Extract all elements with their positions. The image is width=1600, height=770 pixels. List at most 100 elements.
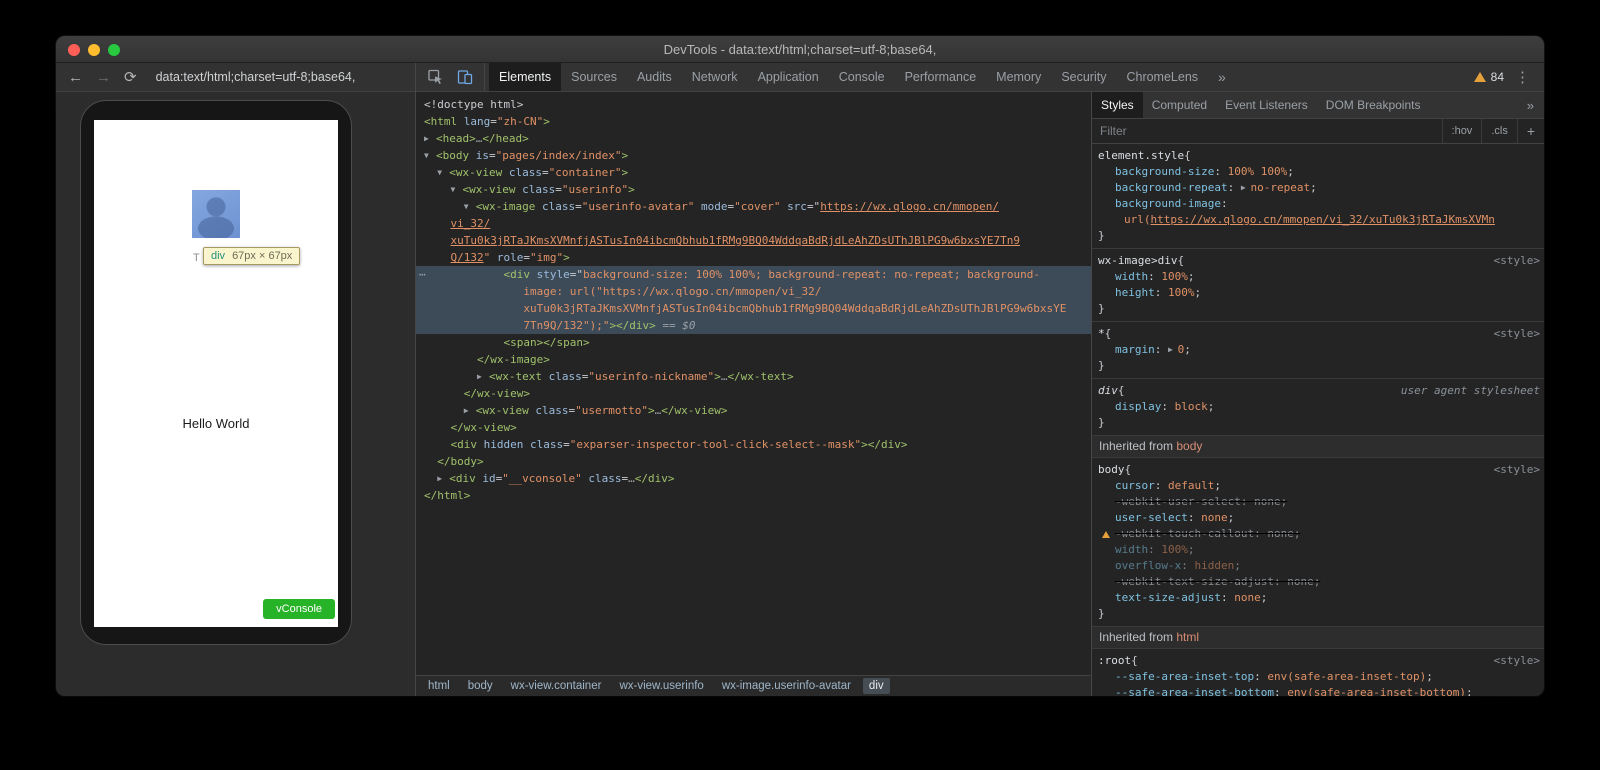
breadcrumb-item[interactable]: body [462, 678, 499, 694]
css-url-link[interactable]: https://wx.qlogo.cn/mmopen/vi_32/xuTu0k3… [1151, 213, 1495, 226]
rule-origin-link[interactable]: <style> [1486, 462, 1540, 478]
css-property[interactable]: background-image: [1098, 196, 1540, 212]
tab-console[interactable]: Console [829, 63, 895, 91]
tree-line[interactable]: </html> [424, 487, 1091, 504]
css-property[interactable]: --safe-area-inset-top: env(safe-area-ins… [1098, 669, 1540, 685]
css-property[interactable]: display: block; [1098, 399, 1540, 415]
css-property[interactable]: --safe-area-inset-bottom: env(safe-area-… [1098, 685, 1540, 696]
expand-arrow-icon[interactable]: ▼ [464, 198, 476, 215]
css-property[interactable]: width: 100%; [1098, 269, 1540, 285]
rule-selector[interactable]: :root [1098, 653, 1131, 669]
tree-line[interactable]: image: url("https://wx.qlogo.cn/mmopen/v… [416, 283, 1091, 300]
rule-selector[interactable]: body [1098, 462, 1125, 478]
tree-line[interactable]: </body> [424, 453, 1091, 470]
expand-arrow-icon[interactable]: ▶ [437, 470, 449, 487]
rule-selector[interactable]: wx-image>div [1098, 253, 1177, 269]
tree-line[interactable]: </wx-image> [424, 351, 1091, 368]
sidebar-tab-styles[interactable]: Styles [1092, 92, 1143, 118]
menu-icon[interactable]: ⋮ [1511, 68, 1534, 86]
css-property[interactable]: height: 100%; [1098, 285, 1540, 301]
tree-line[interactable]: <span></span> [424, 334, 1091, 351]
tree-line[interactable]: ▼<wx-image class="userinfo-avatar" mode=… [424, 198, 1091, 215]
tree-line[interactable]: </wx-view> [424, 385, 1091, 402]
tree-line[interactable]: ▼<body is="pages/index/index"> [424, 147, 1091, 164]
sidebar-tab-dom-breakpoints[interactable]: DOM Breakpoints [1317, 92, 1430, 118]
tree-line[interactable]: 7Tn9Q/132");"></div> == $0 [416, 317, 1091, 334]
tree-line[interactable]: xuTu0k3jRTaJKmsXVMnfjASTusIn04ibcmQbhub1… [424, 232, 1091, 249]
device-toolbar-icon[interactable] [452, 66, 478, 88]
element-class-button[interactable]: .cls [1481, 119, 1517, 143]
vconsole-button[interactable]: vConsole [263, 599, 335, 619]
tab-network[interactable]: Network [682, 63, 748, 91]
css-property[interactable]: width: 100%; [1098, 542, 1540, 558]
sidebar-tab-computed[interactable]: Computed [1143, 92, 1216, 118]
expand-arrow-icon[interactable]: ▶ [424, 130, 436, 147]
tab-memory[interactable]: Memory [986, 63, 1051, 91]
tab-performance[interactable]: Performance [895, 63, 987, 91]
expand-shorthand-icon[interactable]: ▶ [1168, 345, 1178, 354]
tree-line[interactable]: vi_32/ [424, 215, 1091, 232]
breadcrumb-item[interactable]: wx-image.userinfo-avatar [716, 678, 857, 694]
close-window-button[interactable] [68, 44, 80, 56]
css-property[interactable]: background-repeat: ▶ no-repeat; [1098, 180, 1540, 196]
tree-line[interactable]: <html lang="zh-CN"> [424, 113, 1091, 130]
tree-line[interactable]: ⋯ <div style="background-size: 100% 100%… [416, 266, 1091, 283]
tree-line[interactable]: ▼<wx-view class="userinfo"> [424, 181, 1091, 198]
rule-origin-link[interactable]: <style> [1486, 326, 1540, 342]
rule-origin-link[interactable]: user agent stylesheet [1393, 383, 1540, 399]
css-property[interactable]: cursor: default; [1098, 478, 1540, 494]
sidebar-tabs-overflow-icon[interactable]: » [1517, 92, 1544, 118]
address-bar[interactable]: data:text/html;charset=utf-8;base64, [156, 70, 356, 84]
styles-filter-input[interactable] [1092, 119, 1442, 143]
breadcrumb-item[interactable]: html [422, 678, 456, 694]
expand-arrow-icon[interactable]: ▼ [437, 164, 449, 181]
tree-line[interactable]: <!doctype html> [424, 96, 1091, 113]
tab-security[interactable]: Security [1051, 63, 1116, 91]
css-property[interactable]: -webkit-text-size-adjust: none; [1098, 574, 1540, 590]
breadcrumb-item[interactable]: wx-view.container [505, 678, 608, 694]
css-property[interactable]: margin: ▶ 0; [1098, 342, 1540, 358]
pseudo-state-button[interactable]: :hov [1442, 119, 1482, 143]
tree-line[interactable]: ▼<wx-view class="container"> [424, 164, 1091, 181]
tree-line[interactable]: <div hidden class="exparser-inspector-to… [424, 436, 1091, 453]
tree-line[interactable]: ▶<wx-view class="usermotto">…</wx-view> [424, 402, 1091, 419]
rule-selector[interactable]: * [1098, 326, 1105, 342]
rule-origin-link[interactable]: <style> [1486, 653, 1540, 669]
expand-arrow-icon[interactable]: ▶ [477, 368, 489, 385]
rule-origin-link[interactable]: <style> [1486, 253, 1540, 269]
css-property[interactable]: user-select: none; [1098, 510, 1540, 526]
new-style-rule-button[interactable]: + [1517, 119, 1544, 143]
tab-application[interactable]: Application [748, 63, 829, 91]
zoom-window-button[interactable] [108, 44, 120, 56]
css-property[interactable]: -webkit-touch-callout: none; [1098, 526, 1540, 542]
sidebar-tab-event-listeners[interactable]: Event Listeners [1216, 92, 1317, 118]
tree-line[interactable]: </wx-view> [424, 419, 1091, 436]
reload-icon[interactable]: ⟳ [124, 70, 137, 85]
css-property[interactable]: background-size: 100% 100%; [1098, 164, 1540, 180]
inherited-node-link[interactable]: html [1176, 630, 1199, 644]
rule-selector[interactable]: element.style [1098, 148, 1184, 164]
expand-arrow-icon[interactable]: ▼ [424, 147, 436, 164]
minimize-window-button[interactable] [88, 44, 100, 56]
tree-line[interactable]: ▶<div id="__vconsole" class=…</div> [424, 470, 1091, 487]
css-property[interactable]: overflow-x: hidden; [1098, 558, 1540, 574]
css-property[interactable]: text-size-adjust: none; [1098, 590, 1540, 606]
expand-arrow-icon[interactable]: ▶ [464, 402, 476, 419]
rule-selector[interactable]: div [1098, 383, 1118, 399]
tab-audits[interactable]: Audits [627, 63, 682, 91]
tree-line[interactable]: ▶<wx-text class="userinfo-nickname">…</w… [424, 368, 1091, 385]
css-value-continuation[interactable]: url(https://wx.qlogo.cn/mmopen/vi_32/xuT… [1098, 212, 1540, 228]
tabs-overflow-icon[interactable]: » [1208, 63, 1236, 91]
expand-arrow-icon[interactable]: ▼ [451, 181, 463, 198]
tab-sources[interactable]: Sources [561, 63, 627, 91]
forward-icon[interactable]: → [96, 70, 111, 85]
inspect-element-icon[interactable] [422, 66, 448, 88]
breadcrumb-item[interactable]: wx-view.userinfo [613, 678, 709, 694]
avatar-image[interactable] [192, 190, 240, 238]
breadcrumb-item[interactable]: div [863, 678, 890, 694]
tree-line[interactable]: Q/132" role="img"> [424, 249, 1091, 266]
tree-line[interactable]: ▶<head>…</head> [424, 130, 1091, 147]
tab-elements[interactable]: Elements [489, 63, 561, 91]
more-actions-icon[interactable]: ⋯ [419, 266, 425, 283]
inherited-node-link[interactable]: body [1176, 439, 1202, 453]
